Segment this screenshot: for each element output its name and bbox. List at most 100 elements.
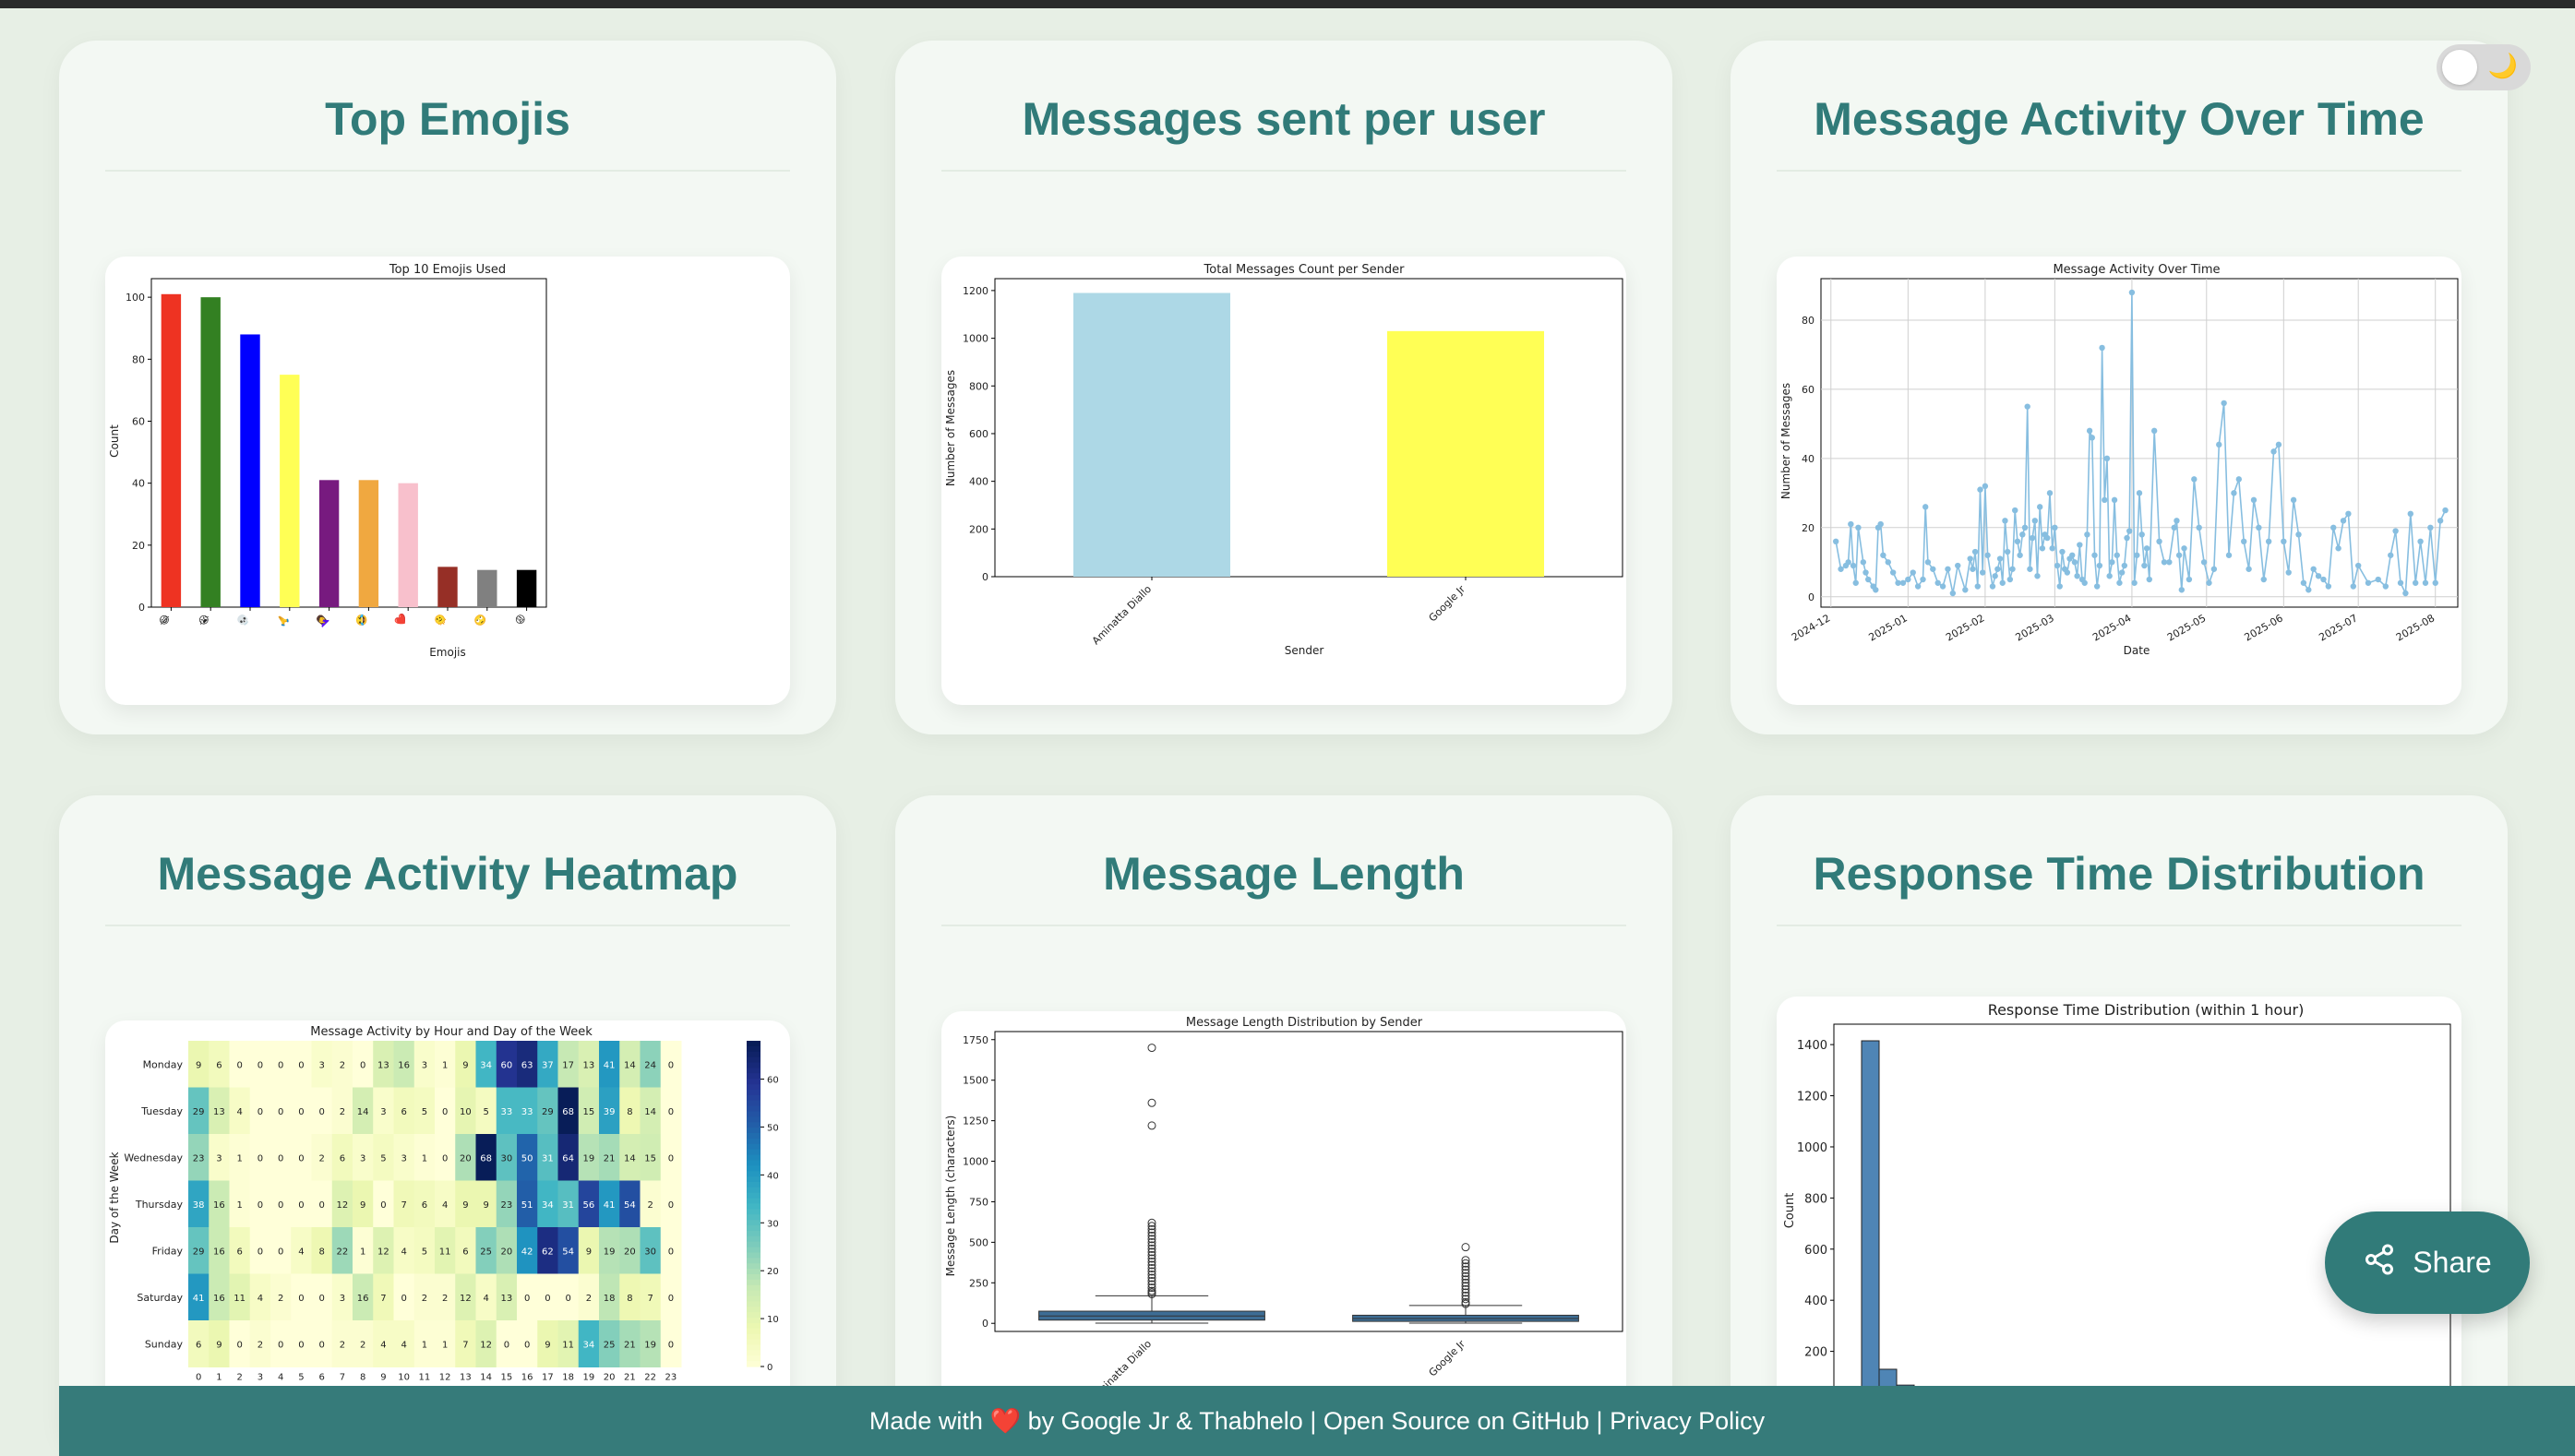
data-point [2024, 403, 2030, 410]
toggle-knob [2442, 50, 2477, 85]
data-point [2019, 531, 2026, 538]
data-point [2006, 576, 2014, 583]
colorbar-step [747, 1122, 761, 1128]
y-tick-label: 1000 [1797, 1141, 1827, 1155]
card-title: Response Time Distribution [1813, 848, 2425, 900]
divider [941, 170, 1626, 172]
data-point [1939, 583, 1946, 590]
colorbar-step [747, 1328, 761, 1335]
x-tick-label: 2025-05 [2165, 612, 2208, 643]
colorbar-step [747, 1128, 761, 1134]
plot-title: Response Time Distribution (within 1 hou… [1988, 1001, 2305, 1019]
data-point [1992, 573, 1998, 579]
colorbar-step [747, 1339, 761, 1346]
x-tick-label: 🤣 [353, 612, 372, 631]
cell-value: 6 [236, 1247, 242, 1257]
cell-value: 25 [480, 1247, 492, 1257]
cell-value: 2 [278, 1294, 283, 1304]
y-tick-label: 1400 [1797, 1039, 1827, 1053]
data-point [2103, 455, 2111, 462]
data-point [2118, 569, 2126, 576]
data-point [1924, 559, 1932, 566]
data-point [2315, 573, 2322, 579]
cell-value: 14 [357, 1107, 369, 1117]
data-point [1945, 566, 1951, 572]
colorbar-step [747, 1105, 761, 1113]
cell-value: 7 [380, 1294, 386, 1304]
sender-bar-chart: Total Messages Count per Sender Sender N… [944, 263, 1623, 657]
github-link[interactable]: Open Source on GitHub [1323, 1407, 1589, 1436]
y-tick-label: 800 [1804, 1192, 1827, 1206]
data-point [2402, 590, 2409, 597]
data-point [2275, 441, 2282, 448]
cell-value: 0 [278, 1153, 283, 1164]
data-point [1905, 576, 1911, 583]
cell-value: 51 [521, 1200, 533, 1211]
cell-value: 3 [422, 1060, 427, 1070]
data-point [2002, 518, 2008, 524]
plot-top-emojis: Top 10 Emojis Used Emojis Count 0 20 40 60 8… [105, 257, 790, 705]
y-axis-label: Count [1783, 1193, 1797, 1229]
colorbar-step [747, 1094, 761, 1102]
colorbar-step [747, 1198, 761, 1205]
cell-value: 34 [480, 1060, 492, 1070]
data-point [2012, 507, 2018, 514]
y-tick-label: 600 [969, 428, 988, 440]
data-point [2004, 548, 2011, 555]
cell-value: 23 [501, 1200, 513, 1211]
data-point [2069, 552, 2076, 558]
data-point [2021, 524, 2029, 531]
y-tick-label: 1200 [963, 285, 988, 297]
cell-value: 0 [360, 1060, 365, 1070]
bar [358, 480, 379, 607]
share-button[interactable]: Share [2325, 1211, 2530, 1314]
cell-value: 17 [562, 1060, 574, 1070]
cell-value: 1 [236, 1200, 242, 1211]
footer: Made with ❤️ by Google Jr & Thabhelo | O… [59, 1386, 2575, 1456]
col-label: 11 [419, 1373, 431, 1383]
data-point [2335, 545, 2341, 552]
data-point [2175, 552, 2183, 558]
cell-value: 0 [668, 1247, 674, 1257]
row-label: Wednesday [124, 1152, 183, 1164]
cell-value: 0 [565, 1294, 570, 1304]
emoji-bar-chart: Top 10 Emojis Used Emojis Count 0 20 40 60 8… [108, 263, 547, 659]
cell-value: 62 [542, 1247, 554, 1257]
col-label: 0 [196, 1373, 201, 1383]
colorbar-tick-label: 40 [767, 1171, 779, 1181]
data-point [1850, 562, 1857, 569]
data-point [2412, 579, 2419, 586]
y-tick-label: 20 [1802, 522, 1814, 534]
cell-value: 54 [562, 1247, 574, 1257]
colorbar-step [747, 1160, 761, 1166]
colorbar-step [747, 1258, 761, 1264]
data-point [2442, 507, 2449, 514]
x-tick-label: Aminatta Diallo [1090, 583, 1154, 647]
cell-value: 34 [542, 1200, 554, 1211]
col-label: 14 [480, 1373, 492, 1383]
data-point [2027, 566, 2033, 572]
data-point [1852, 579, 1859, 586]
colorbar-tick-label: 60 [767, 1076, 779, 1086]
privacy-policy-link[interactable]: Privacy Policy [1610, 1407, 1765, 1436]
y-tick-label: 200 [969, 523, 988, 535]
data-point [2210, 566, 2218, 572]
data-point [1984, 552, 1991, 558]
cell-value: 4 [483, 1294, 488, 1304]
data-point [2196, 524, 2202, 531]
plot-title: Total Messages Count per Sender [1204, 263, 1406, 277]
cell-value: 6 [422, 1200, 427, 1211]
length-box-plot: Message Length Distribution by Sender Me… [944, 1016, 1623, 1399]
cell-value: 19 [644, 1340, 656, 1350]
colorbar-step [747, 1301, 761, 1307]
colorbar-step [747, 1273, 761, 1281]
data-point [1979, 569, 1986, 576]
theme-toggle[interactable]: 🌙 [2437, 44, 2531, 90]
plot-activity-over-time: Message Activity Over Time Date Number o… [1777, 257, 2461, 705]
cell-value: 0 [668, 1200, 674, 1211]
data-point [2191, 476, 2198, 483]
cell-value: 0 [318, 1107, 324, 1117]
col-label: 19 [583, 1373, 595, 1383]
data-point [2049, 545, 2055, 552]
cell-value: 0 [298, 1200, 304, 1211]
